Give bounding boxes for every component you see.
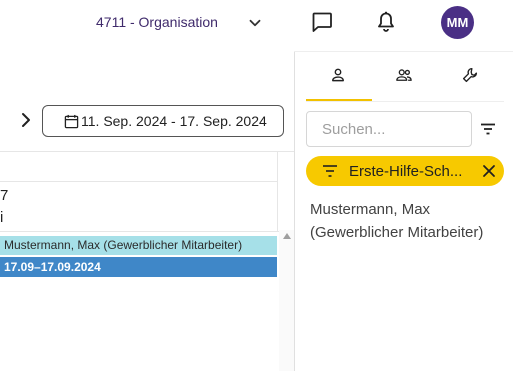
tab-persons[interactable]: [305, 66, 371, 102]
organisation-selector-label[interactable]: 4711 - Organisation: [96, 14, 218, 30]
filter-list-icon[interactable]: [479, 120, 497, 138]
calendar-event-name[interactable]: Mustermann, Max (Gewerblicher Mitarbeite…: [0, 236, 277, 255]
side-panel: Erste-Hilfe-Sch... Mustermann, Max (Gewe…: [294, 52, 513, 371]
close-icon[interactable]: [482, 164, 496, 178]
scroll-up-arrow-icon[interactable]: [283, 233, 291, 239]
group-icon: [396, 69, 412, 81]
grid-line: [0, 151, 294, 152]
tab-groups[interactable]: [371, 66, 437, 102]
tab-tools[interactable]: [437, 66, 503, 102]
filter-chip-label: Erste-Hilfe-Sch...: [349, 163, 463, 180]
scrollbar[interactable]: [279, 230, 294, 371]
chevron-right-icon[interactable]: [19, 112, 33, 128]
chevron-down-icon[interactable]: [246, 14, 264, 32]
wrench-icon: [462, 67, 478, 83]
grid-line: [277, 151, 278, 231]
date-range-button[interactable]: 11. Sep. 2024 - 17. Sep. 2024: [42, 105, 284, 137]
person-icon: [332, 68, 344, 82]
filter-chip[interactable]: Erste-Hilfe-Sch...: [306, 156, 504, 186]
chat-icon[interactable]: [310, 10, 334, 34]
search-input[interactable]: [306, 111, 472, 147]
calendar-event-dates[interactable]: 17.09–17.09.2024: [0, 257, 277, 277]
filter-icon: [323, 165, 337, 177]
date-range-label: 11. Sep. 2024 - 17. Sep. 2024: [81, 113, 267, 129]
avatar-initials: MM: [446, 15, 469, 30]
day-column-weekday: i: [0, 209, 4, 226]
calendar-icon: [64, 114, 79, 129]
user-avatar[interactable]: MM: [441, 6, 474, 39]
active-tab-indicator: [306, 99, 372, 101]
day-column-number: 7: [0, 187, 9, 204]
notification-bell-icon[interactable]: [374, 10, 398, 34]
grid-line: [0, 181, 277, 182]
top-bar: 4711 - Organisation MM: [0, 0, 513, 46]
tabs-baseline: [306, 101, 504, 102]
result-list-item[interactable]: Mustermann, Max (Gewerblicher Mitarbeite…: [310, 198, 510, 244]
grid-line: [0, 231, 294, 232]
